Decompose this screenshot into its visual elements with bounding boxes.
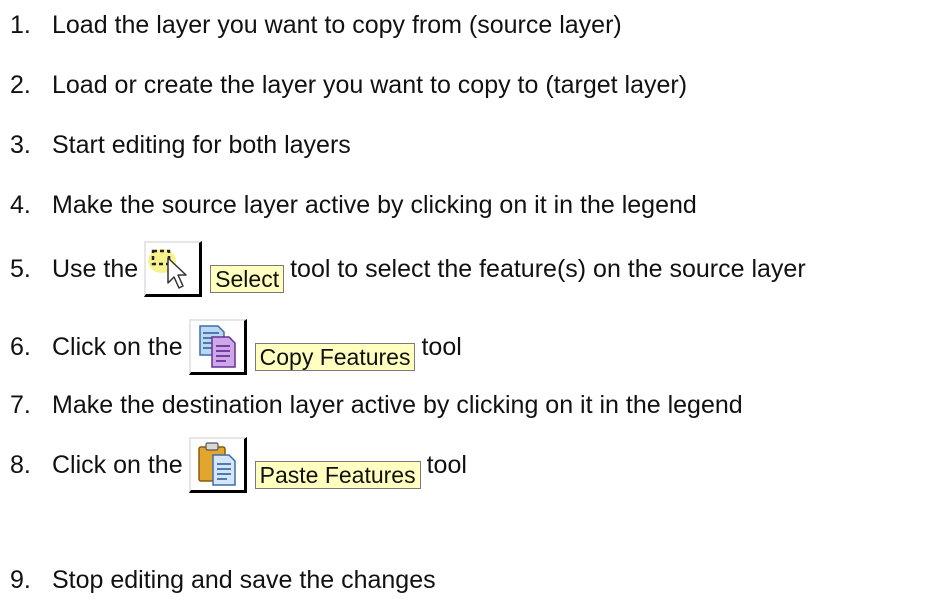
- step-number: 8.: [10, 451, 31, 479]
- paste-features-tool-label: Paste Features: [254, 461, 421, 489]
- step-text-after: tool: [426, 451, 467, 479]
- step-number: 6.: [10, 333, 31, 361]
- step-text-before: Click on the: [52, 451, 183, 479]
- step-text-before: Click on the: [52, 333, 183, 361]
- step-8: 8. Click on the Paste Features tool: [10, 436, 467, 494]
- step-text: Make the source layer active by clicking…: [52, 191, 697, 219]
- step-text: Stop editing and save the changes: [52, 566, 436, 594]
- step-1: 1. Load the layer you want to copy from …: [10, 10, 622, 40]
- step-7: 7. Make the destination layer active by …: [10, 390, 743, 420]
- step-text-before: Use the: [52, 255, 139, 283]
- select-tool-label: Select: [210, 265, 285, 293]
- step-9: 9. Stop editing and save the changes: [10, 565, 436, 595]
- step-2: 2. Load or create the layer you want to …: [10, 70, 687, 100]
- step-number: 7.: [10, 391, 31, 419]
- step-3: 3. Start editing for both layers: [10, 130, 351, 160]
- step-text-after: tool: [421, 333, 462, 361]
- step-text: Load the layer you want to copy from (so…: [52, 11, 622, 39]
- step-text: Start editing for both layers: [52, 131, 351, 159]
- step-number: 5.: [10, 255, 31, 283]
- step-6: 6. Click on the Copy Features tool: [10, 318, 462, 376]
- step-4: 4. Make the source layer active by click…: [10, 190, 697, 220]
- step-number: 4.: [10, 191, 31, 219]
- step-text-after: tool to select the feature(s) on the sou…: [290, 255, 806, 283]
- step-5: 5. Use the Select tool to select the fea…: [10, 240, 806, 298]
- select-icon[interactable]: [144, 241, 203, 297]
- step-text: Make the destination layer active by cli…: [52, 391, 743, 419]
- step-number: 9.: [10, 566, 31, 594]
- step-number: 2.: [10, 71, 31, 99]
- step-number: 3.: [10, 131, 31, 159]
- paste-features-icon[interactable]: [188, 437, 247, 493]
- step-text: Load or create the layer you want to cop…: [52, 71, 688, 99]
- instruction-list: 1. Load the layer you want to copy from …: [0, 0, 951, 608]
- step-number: 1.: [10, 11, 31, 39]
- copy-features-tool-label: Copy Features: [254, 343, 416, 371]
- copy-features-icon[interactable]: [188, 319, 247, 375]
